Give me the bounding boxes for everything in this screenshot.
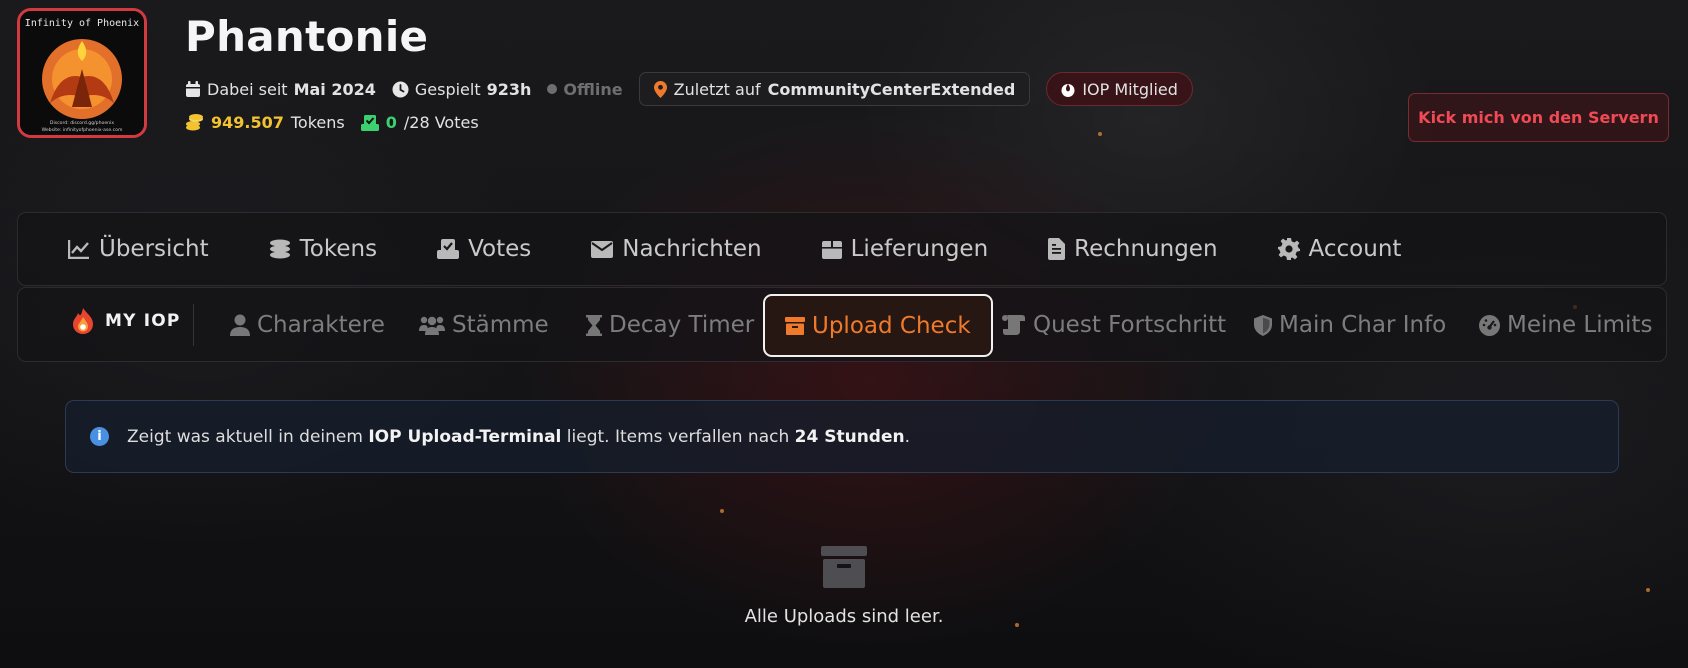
tab-staemme[interactable]: Stämme	[419, 306, 549, 344]
chart-line-icon	[68, 240, 89, 259]
tab-label: Upload Check	[812, 312, 971, 339]
hourglass-icon	[586, 314, 602, 336]
nav-label: Übersicht	[99, 236, 209, 262]
clock-icon	[392, 81, 409, 97]
played-info: Gespielt 923h	[392, 79, 532, 99]
tab-decay-timer[interactable]: Decay Timer	[586, 306, 754, 344]
tab-label: Main Char Info	[1279, 312, 1447, 338]
info-alert: i Zeigt was aktuell in deinem IOP Upload…	[65, 400, 1619, 473]
nav-item-uebersicht[interactable]: Übersicht	[68, 236, 209, 262]
calendar-icon	[186, 80, 200, 97]
nav-label: Nachrichten	[622, 236, 762, 262]
tab-charaktere[interactable]: Charaktere	[230, 306, 385, 344]
last-seen-label: Zuletzt auf	[673, 79, 761, 99]
invoice-icon	[1048, 238, 1066, 260]
check-box-icon	[437, 239, 460, 259]
nav-item-nachrichten[interactable]: Nachrichten	[591, 236, 762, 262]
users-icon	[419, 316, 445, 335]
flame-icon	[1061, 84, 1075, 97]
member-badge: IOP Mitglied	[1046, 72, 1193, 106]
gauge-icon	[1479, 314, 1500, 336]
shield-icon	[1254, 314, 1272, 336]
tab-label: Charaktere	[257, 312, 385, 338]
info-bold-1: IOP Upload-Terminal	[368, 426, 562, 447]
info-bold-2: 24 Stunden	[794, 426, 905, 447]
info-text-1: Zeigt was aktuell in deinem	[127, 426, 363, 447]
nav-item-account[interactable]: Account	[1277, 236, 1402, 262]
last-seen-chip: Zuletzt auf CommunityCenterExtended	[638, 72, 1031, 106]
tab-label: Decay Timer	[609, 312, 755, 338]
info-icon: i	[90, 427, 109, 446]
joined-value: Mai 2024	[293, 79, 376, 99]
vote-check-icon	[360, 114, 379, 131]
tokens-info: 949.507 Tokens	[185, 113, 345, 132]
status-dot-icon	[547, 84, 558, 94]
my-iop-brand[interactable]: MY IOP	[71, 308, 181, 334]
joined-info: Dabei seit Mai 2024	[185, 80, 376, 99]
coins-icon	[186, 114, 203, 131]
sub-nav: MY IOP Charaktere Stämme Decay Timer Upl…	[17, 287, 1667, 362]
votes-total: /28 Votes	[403, 113, 479, 132]
tab-quest-fortschritt[interactable]: Quest Fortschritt	[1002, 306, 1226, 344]
nav-item-votes[interactable]: Votes	[437, 236, 531, 262]
tab-meine-limits[interactable]: Meine Limits	[1479, 306, 1652, 344]
empty-state: Alle Uploads sind leer.	[0, 546, 1688, 627]
nav-item-rechnungen[interactable]: Rechnungen	[1048, 236, 1218, 262]
my-iop-label: MY IOP	[105, 311, 181, 331]
nav-label: Rechnungen	[1074, 236, 1218, 262]
scroll-icon	[1002, 315, 1025, 335]
kick-from-servers-button[interactable]: Kick mich von den Servern	[1408, 93, 1669, 142]
main-nav: Übersicht Tokens Votes Nachrichten Liefe…	[17, 212, 1667, 286]
nav-label: Account	[1308, 236, 1402, 262]
status-info: Offline	[547, 79, 623, 99]
status-text: Offline	[563, 79, 623, 99]
tokens-label: Tokens	[290, 113, 345, 132]
clan-logo: Infinity of Phoenix Discord: discord.gg/…	[17, 8, 147, 138]
tab-label: Meine Limits	[1507, 312, 1653, 338]
nav-label: Votes	[468, 236, 532, 262]
votes-info: 0 /28 Votes	[360, 113, 479, 132]
divider	[193, 304, 194, 346]
played-label: Gespielt	[414, 79, 481, 99]
logo-title-text: Infinity of Phoenix	[25, 18, 139, 29]
envelope-icon	[591, 240, 614, 258]
info-text-3: .	[904, 426, 910, 447]
currency-row: 949.507 Tokens 0 /28 Votes	[185, 113, 495, 132]
player-name: Phantonie	[185, 12, 429, 61]
archive-icon	[785, 316, 805, 335]
nav-label: Tokens	[299, 236, 378, 262]
nav-label: Lieferungen	[850, 236, 989, 262]
archive-icon	[821, 546, 867, 588]
nav-item-tokens[interactable]: Tokens	[269, 236, 377, 262]
tab-upload-check[interactable]: Upload Check	[763, 294, 993, 357]
played-value: 923h	[486, 79, 532, 99]
gear-icon	[1277, 238, 1300, 260]
member-badge-label: IOP Mitglied	[1082, 79, 1178, 99]
joined-label: Dabei seit	[207, 79, 288, 99]
votes-value: 0	[385, 113, 397, 132]
info-text-2: liegt. Items verfallen nach	[566, 426, 790, 447]
flame-logo-icon	[73, 308, 93, 334]
map-pin-icon	[653, 80, 667, 98]
tab-label: Stämme	[452, 312, 549, 338]
box-icon	[821, 241, 842, 259]
tab-label: Quest Fortschritt	[1033, 312, 1227, 338]
user-icon	[230, 314, 250, 336]
tokens-value: 949.507	[211, 113, 284, 132]
coins-icon	[269, 239, 290, 259]
empty-state-message: Alle Uploads sind leer.	[744, 606, 944, 627]
logo-subtext: Website: infinityofphoenix-ase.com	[42, 127, 123, 133]
tab-main-char-info[interactable]: Main Char Info	[1254, 306, 1446, 344]
profile-meta: Dabei seit Mai 2024 Gespielt 923h Offlin…	[185, 72, 1193, 106]
nav-item-lieferungen[interactable]: Lieferungen	[821, 236, 989, 262]
logo-subtext: Discord: discord.gg/phoenix	[50, 120, 114, 126]
last-seen-value: CommunityCenterExtended	[767, 79, 1016, 99]
